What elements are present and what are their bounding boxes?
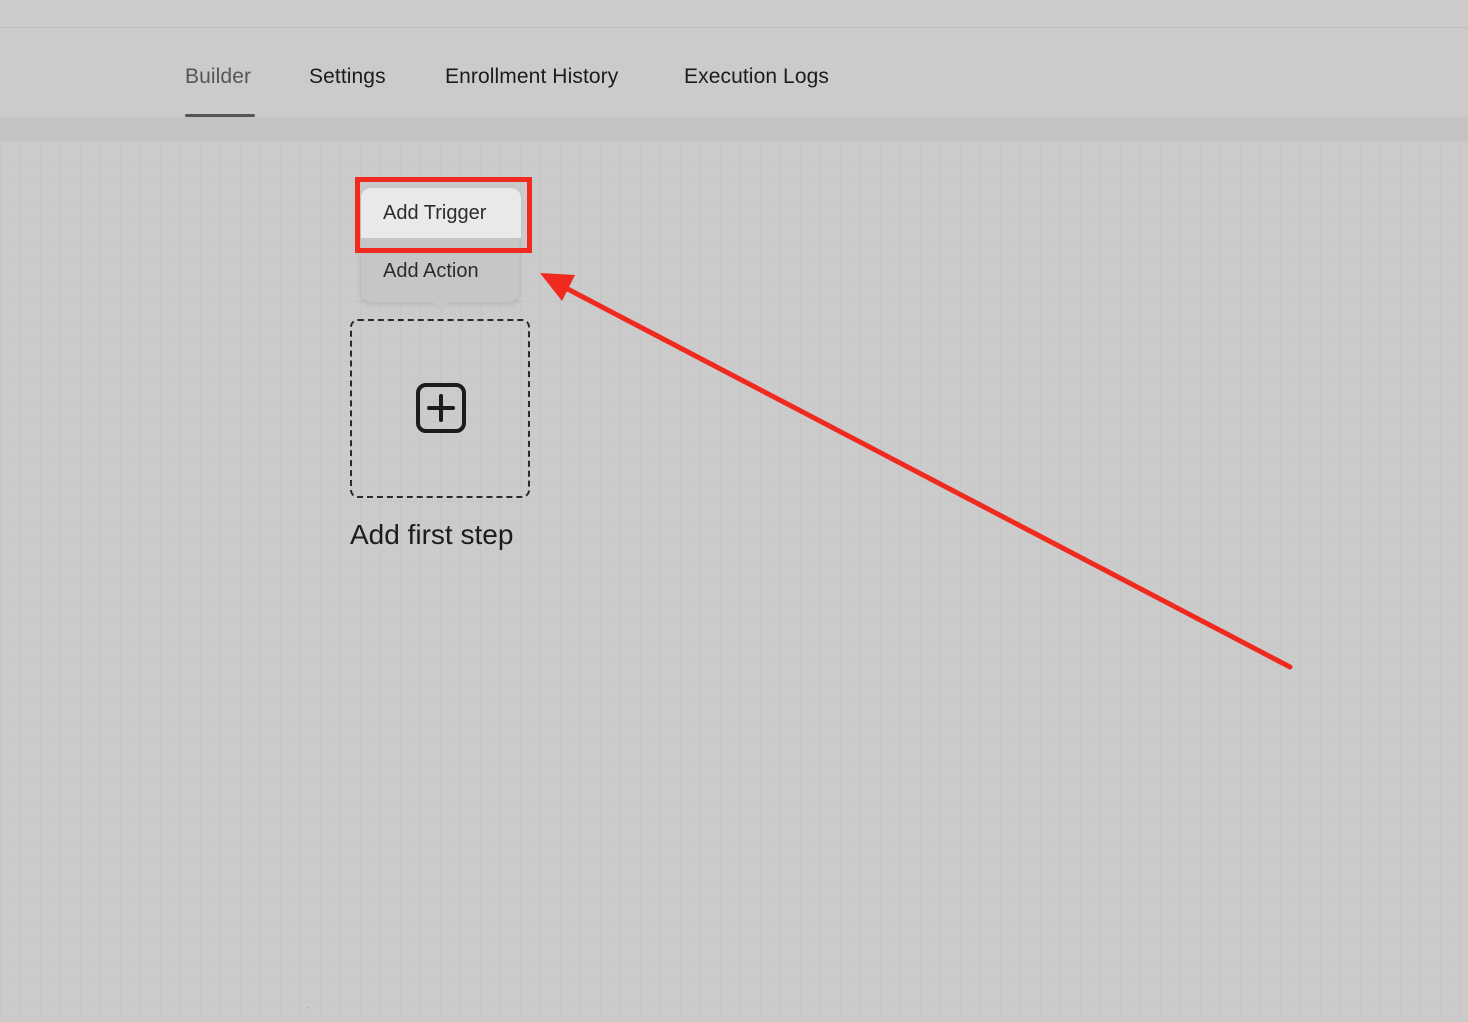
- add-first-step-button[interactable]: [350, 319, 530, 498]
- plus-square-icon: [416, 383, 466, 433]
- menu-caret: [431, 300, 451, 312]
- tab-bar: Builder Settings Enrollment History Exec…: [0, 29, 1468, 117]
- tab-execution-logs[interactable]: Execution Logs: [684, 65, 829, 89]
- window-top-strip: [0, 0, 1468, 28]
- tiny-mark: ˏ: [307, 1000, 310, 1009]
- add-first-step-label: Add first step: [350, 519, 514, 550]
- menu-item-add-action[interactable]: Add Action: [361, 246, 519, 298]
- menu-item-add-trigger[interactable]: Add Trigger: [361, 188, 521, 238]
- add-step-menu: Add Trigger Add Action: [361, 186, 521, 302]
- toolbar-strip: [0, 117, 1468, 141]
- tab-builder[interactable]: Builder: [185, 65, 251, 89]
- tab-settings[interactable]: Settings: [309, 65, 386, 89]
- workflow-canvas[interactable]: [0, 141, 1468, 1022]
- tab-enrollment-history[interactable]: Enrollment History: [445, 65, 618, 89]
